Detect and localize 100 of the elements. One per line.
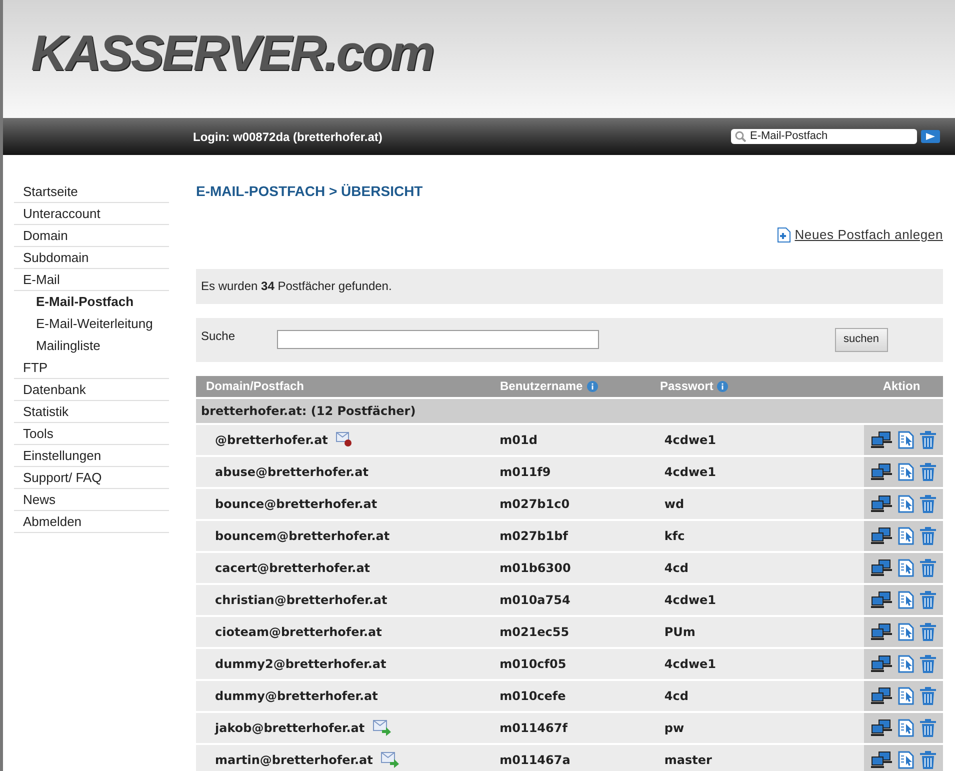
table-cell-text: m027b1bf: [500, 528, 570, 544]
edit-document-icon[interactable]: [898, 590, 914, 608]
column-header: Domain/Postfach: [205, 378, 306, 395]
computers-icon[interactable]: [871, 654, 892, 672]
sidebar-item[interactable]: FTP: [14, 357, 169, 379]
table-cell-text: 4cdwe1: [664, 432, 718, 448]
table-cell-text: m027b1c0: [500, 496, 571, 512]
table-cell-text: m010cefe: [500, 688, 567, 704]
table-cell-text: 4cdwe1: [664, 656, 718, 672]
sidebar-subitem[interactable]: E-Mail-Postfach: [14, 291, 169, 313]
column-header: Aktion: [882, 378, 922, 395]
sidebar-item[interactable]: Einstellungen: [14, 445, 169, 467]
computers-icon[interactable]: [871, 430, 892, 448]
trash-icon[interactable]: [920, 718, 936, 736]
edit-document-icon[interactable]: [898, 494, 914, 512]
add-document-icon: [776, 226, 791, 243]
group-row: bretterhofer.at: (12 Postfächer): [196, 398, 943, 422]
search-field[interactable]: [277, 330, 599, 349]
table-cell-text: m011f9: [500, 464, 552, 480]
sidebar-item[interactable]: Support/ FAQ: [14, 467, 169, 489]
table-cell-text: dummy@bretterhofer.at: [215, 688, 378, 704]
sidebar-subitem[interactable]: E-Mail-Weiterleitung: [14, 313, 169, 335]
edit-document-icon[interactable]: [898, 462, 914, 480]
search-label: Suche: [201, 328, 236, 344]
sidebar-item[interactable]: Subdomain: [14, 247, 169, 269]
new-mailbox-link[interactable]: Neues Postfach anlegen: [794, 225, 943, 244]
table-cell-text: m011467a: [500, 752, 572, 768]
table-cell-text: bounce@bretterhofer.at: [215, 496, 378, 512]
play-icon: [926, 133, 935, 140]
edit-document-icon[interactable]: [898, 622, 914, 640]
trash-icon[interactable]: [920, 622, 936, 640]
go-button[interactable]: [921, 130, 940, 143]
edit-document-icon[interactable]: [898, 558, 914, 576]
edit-document-icon[interactable]: [898, 718, 914, 736]
computers-icon[interactable]: [871, 526, 892, 544]
trash-icon[interactable]: [920, 494, 936, 512]
computers-icon[interactable]: [871, 558, 892, 576]
edit-document-icon[interactable]: [898, 654, 914, 672]
edit-document-icon[interactable]: [898, 750, 914, 768]
login-text: Login: w00872da (bretterhofer.at): [193, 128, 382, 146]
table-cell-text: m010a754: [500, 592, 572, 608]
info-icon[interactable]: [586, 380, 598, 392]
trash-icon[interactable]: [920, 462, 936, 480]
table-cell-text: kfc: [664, 528, 686, 544]
page-title: E-MAIL-POSTFACH > ÜBERSICHT: [196, 182, 424, 201]
trash-icon[interactable]: [920, 654, 936, 672]
table-cell-text: bouncem@bretterhofer.at: [215, 528, 390, 544]
computers-icon[interactable]: [871, 590, 892, 608]
sidebar-item[interactable]: E-Mail: [14, 269, 169, 291]
table-cell-text: dummy2@bretterhofer.at: [215, 656, 386, 672]
edit-document-icon[interactable]: [898, 526, 914, 544]
table-cell-text: m01d: [500, 432, 538, 448]
sidebar-item[interactable]: Tools: [14, 423, 169, 445]
sidebar-item[interactable]: Abmelden: [14, 511, 169, 533]
table-cell-text: 4cd: [664, 688, 690, 704]
trash-icon[interactable]: [920, 430, 936, 448]
computers-icon[interactable]: [871, 686, 892, 704]
computers-icon[interactable]: [871, 718, 892, 736]
table-cell-text: master: [664, 752, 713, 768]
search-button[interactable]: suchen: [834, 328, 888, 352]
column-header: Passwort: [660, 377, 860, 395]
table-cell-text: pw: [664, 720, 686, 736]
table-cell-text: jakob@bretterhofer.at: [215, 720, 365, 736]
sidebar-item[interactable]: Domain: [14, 225, 169, 247]
info-icon[interactable]: [717, 380, 728, 392]
sidebar-item[interactable]: Datenbank: [14, 379, 169, 401]
sidebar-item[interactable]: Statistik: [14, 401, 169, 423]
table-cell-text: 4cd: [664, 560, 690, 576]
result-text: Es wurden 34 Postfächer gefunden.: [201, 278, 392, 295]
edit-document-icon[interactable]: [898, 686, 914, 704]
computers-icon[interactable]: [871, 494, 892, 512]
table-cell-text: wd: [664, 496, 686, 512]
table-cell-text: PUm: [664, 624, 696, 640]
trash-icon[interactable]: [920, 750, 936, 768]
column-header: Benutzername: [500, 377, 660, 395]
table-cell-text: christian@bretterhofer.at: [215, 592, 388, 608]
table-cell-text: m01b6300: [500, 560, 572, 576]
table-cell-text: abuse@bretterhofer.at: [215, 464, 368, 480]
computers-icon[interactable]: [871, 462, 892, 480]
table-cell-text: 4cdwe1: [664, 592, 718, 608]
logo[interactable]: KASSERVER.com: [31, 28, 433, 78]
trash-icon[interactable]: [920, 686, 936, 704]
table-cell-text: m011467f: [500, 720, 569, 736]
trash-icon[interactable]: [920, 526, 936, 544]
table-cell-text: cioteam@bretterhofer.at: [215, 624, 382, 640]
quick-search-field[interactable]: E-Mail-Postfach: [731, 129, 917, 144]
trash-icon[interactable]: [920, 590, 936, 608]
sidebar-item[interactable]: Unteraccount: [14, 203, 169, 225]
edit-document-icon[interactable]: [898, 430, 914, 448]
computers-icon[interactable]: [871, 622, 892, 640]
sidebar-subitem[interactable]: Mailingliste: [14, 335, 169, 357]
table-cell-text: 4cdwe1: [664, 464, 718, 480]
table-cell-text: @bretterhofer.at: [215, 432, 328, 448]
sidebar-item[interactable]: Startseite: [14, 181, 169, 203]
sidebar-item[interactable]: News: [14, 489, 169, 511]
table-cell-text: martin@bretterhofer.at: [215, 752, 373, 768]
computers-icon[interactable]: [871, 750, 892, 768]
trash-icon[interactable]: [920, 558, 936, 576]
table-cell-text: m021ec55: [500, 624, 570, 640]
search-icon: [735, 131, 746, 142]
